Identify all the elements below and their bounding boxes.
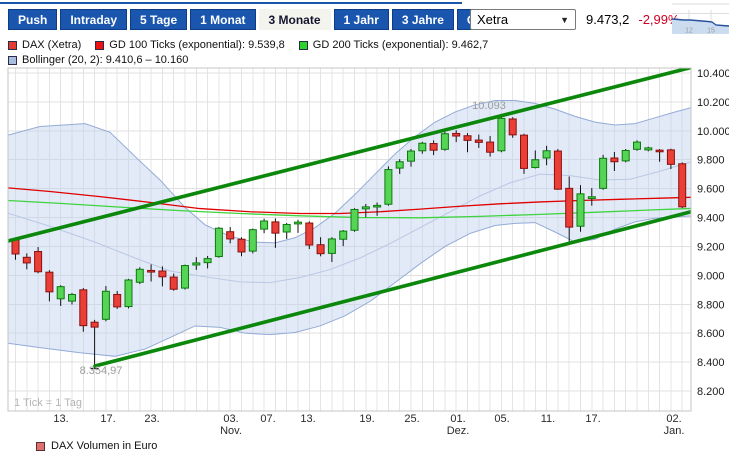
chart-app: { "toolbar": { "buttons": [ {"label": "P…: [0, 0, 729, 452]
svg-text:13.: 13.: [300, 413, 315, 425]
svg-text:03.: 03.: [223, 413, 238, 425]
svg-text:10.093: 10.093: [472, 100, 506, 112]
volume-legend-label: DAX Volumen in Euro: [51, 440, 158, 452]
svg-text:Jan.: Jan.: [664, 425, 685, 437]
svg-text:17.: 17.: [100, 413, 115, 425]
svg-text:01.: 01.: [450, 413, 465, 425]
svg-text:17.: 17.: [585, 413, 600, 425]
svg-text:8.354,97: 8.354,97: [80, 365, 123, 377]
svg-text:02.: 02.: [666, 413, 681, 425]
price-chart: 10.400 10.200 10.000 9.800 9.600 9.400 9.200 9.…: [7, 67, 729, 437]
volume-legend-swatch: [36, 441, 45, 451]
svg-text:8.800: 8.800: [697, 299, 725, 311]
svg-text:9.000: 9.000: [697, 270, 725, 282]
svg-text:8.600: 8.600: [697, 328, 725, 340]
svg-text:Nov.: Nov.: [220, 425, 242, 437]
svg-text:8.200: 8.200: [697, 386, 725, 398]
svg-text:13.: 13.: [53, 413, 68, 425]
volume-legend: DAX Volumen in Euro: [36, 440, 157, 452]
svg-text:19.: 19.: [359, 413, 374, 425]
svg-text:9.200: 9.200: [697, 241, 725, 253]
svg-text:9.400: 9.400: [697, 213, 725, 225]
svg-text:8.400: 8.400: [697, 357, 725, 369]
svg-text:10.200: 10.200: [697, 97, 729, 109]
svg-text:05.: 05.: [494, 413, 509, 425]
tick-note: 1 Tick = 1 Tag: [14, 397, 82, 409]
svg-text:11.: 11.: [541, 413, 555, 425]
svg-text:07.: 07.: [260, 413, 275, 425]
svg-text:25.: 25.: [404, 413, 419, 425]
svg-text:Dez.: Dez.: [447, 425, 470, 437]
svg-text:9.600: 9.600: [697, 184, 725, 196]
svg-text:10.400: 10.400: [697, 68, 729, 80]
svg-text:10.000: 10.000: [697, 126, 729, 138]
svg-text:23.: 23.: [144, 413, 159, 425]
bollinger-band: [8, 99, 691, 357]
svg-text:9.800: 9.800: [697, 155, 725, 167]
